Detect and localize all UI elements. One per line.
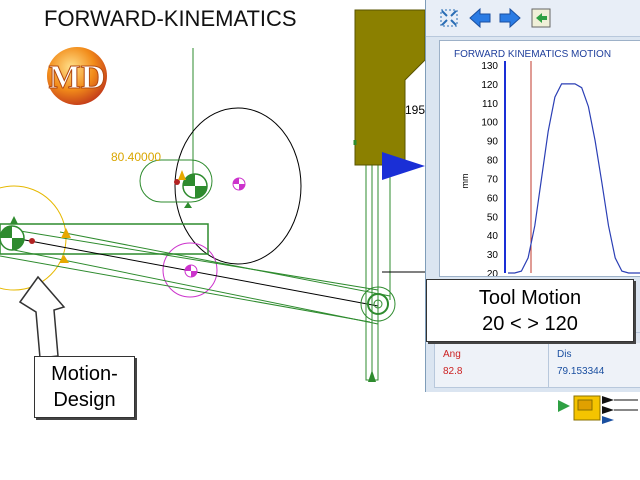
slider-block (354, 9, 426, 166)
y-tick-label: 130 (481, 61, 498, 72)
back-arrow-icon[interactable] (468, 6, 491, 30)
y-tick-label: 80 (487, 156, 499, 167)
function-block-icon[interactable] (558, 392, 638, 428)
y-tick-label: 20 (487, 269, 499, 276)
up-arrow-icon (18, 275, 66, 359)
y-tick-label: 30 (487, 250, 499, 261)
plot-toolbar (426, 0, 640, 37)
motion-design-callout: Motion- Design (34, 356, 135, 418)
y-tick-label: 60 (487, 193, 499, 204)
distance-label: Dis (557, 349, 572, 360)
y-tick-label: 50 (487, 212, 499, 223)
y-axis-label: mm (460, 174, 470, 189)
y-tick-label: 90 (487, 137, 499, 148)
angle-label: Ang (443, 349, 461, 360)
tool-motion-line1: Tool Motion (478, 287, 582, 309)
motion-design-line2: Design (53, 389, 116, 411)
y-tick-label: 110 (482, 99, 498, 110)
y-tick-label: 120 (481, 80, 498, 91)
distance-value: 79.153344 (557, 366, 605, 377)
plot-area: 130 120 110 100 90 80 70 60 50 40 30 20 mm (439, 40, 640, 280)
center-marker-2-icon (184, 264, 198, 278)
motion-chart: 130 120 110 100 90 80 70 60 50 40 30 20 mm (460, 61, 640, 280)
dimension-195: 195 (405, 103, 426, 117)
forward-arrow-icon[interactable] (498, 6, 521, 30)
fit-view-icon[interactable] (438, 6, 460, 30)
y-tick-label: 40 (487, 231, 499, 242)
page-title: FORWARD-KINEMATICS (44, 6, 297, 31)
center-marker-icon (232, 177, 246, 191)
pivot-left-icon (0, 216, 71, 263)
y-tick-label: 70 (487, 174, 499, 185)
tool-motion-callout: Tool Motion 20 < > 120 (426, 279, 634, 342)
logo-text: MD (49, 59, 106, 96)
dimension-label: 80.40000 (111, 150, 162, 164)
tool-motion-line2: 20 < > 120 (482, 313, 578, 335)
motion-design-line1: Motion- (51, 363, 118, 385)
y-tick-label: 100 (481, 118, 498, 129)
motion-series-line (508, 83, 640, 274)
angle-value: 82.8 (443, 366, 463, 377)
export-icon[interactable] (530, 6, 552, 30)
md-logo: MD (44, 45, 110, 107)
plot-title: FORWARD KINEMATICS MOTION (454, 49, 612, 60)
